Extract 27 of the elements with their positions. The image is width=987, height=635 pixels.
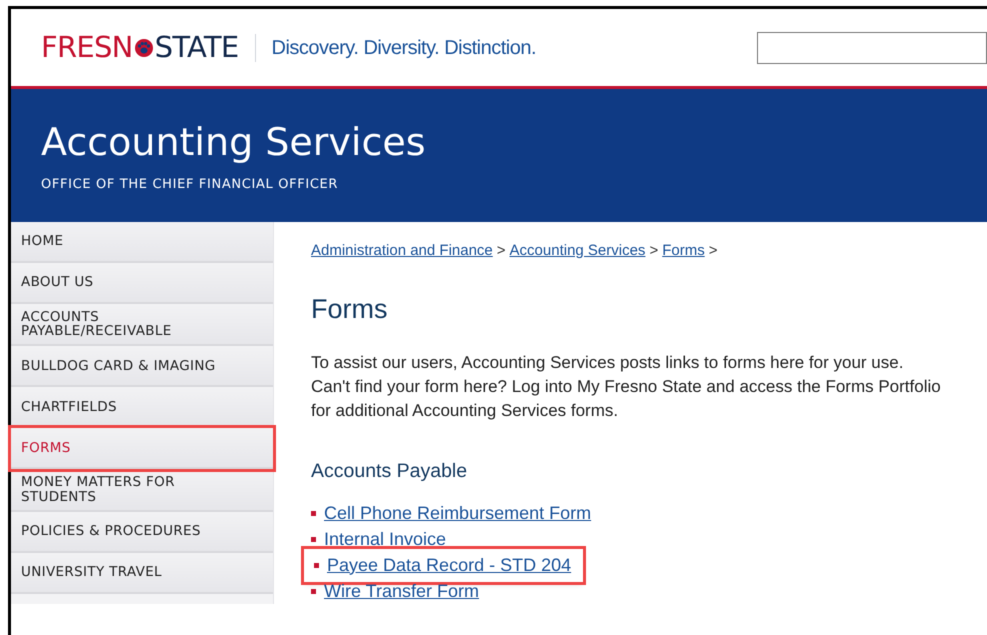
section-title: Accounts Payable: [311, 459, 468, 484]
bullet-icon: [311, 510, 316, 516]
form-link[interactable]: Wire Transfer Form: [324, 578, 480, 605]
fresno-state-logo[interactable]: FRESN STATE: [41, 26, 239, 70]
paw-icon: [134, 38, 154, 58]
sidebar-item[interactable]: UNIVERSITY TRAVEL: [11, 552, 273, 594]
search-field[interactable]: [757, 32, 987, 64]
banner-title: Accounting Services: [41, 119, 427, 166]
page-title: Forms: [311, 292, 388, 326]
bullet-icon: [311, 588, 316, 594]
bullet-icon: [311, 536, 316, 542]
breadcrumb-link[interactable]: Forms: [662, 240, 705, 262]
breadcrumb-separator: >: [708, 241, 718, 261]
breadcrumb-link[interactable]: Accounting Services: [510, 240, 646, 262]
breadcrumb-link[interactable]: Administration and Finance: [311, 240, 493, 262]
form-link[interactable]: Cell Phone Reimbursement Form: [324, 500, 592, 527]
breadcrumb-separator: >: [496, 241, 506, 261]
sidebar-item[interactable]: FORMS: [11, 428, 273, 470]
sidebar-item[interactable]: MONEY MATTERS FOR STUDENTS: [11, 469, 273, 512]
sidebar-item[interactable]: POLICIES & PROCEDURES: [11, 512, 273, 553]
form-link[interactable]: Payee Data Record - STD 204: [327, 552, 572, 579]
banner-subtitle: OFFICE OF THE CHIEF FINANCIAL OFFICER: [41, 176, 340, 194]
bullet-icon: [314, 562, 319, 568]
form-link[interactable]: Internal Invoice: [324, 526, 446, 553]
breadcrumb-separator: >: [649, 241, 658, 261]
tagline: Discovery. Diversity. Distinction.: [272, 36, 536, 60]
intro-paragraph: To assist our users, Accounting Services posts links to forms here for your use. Can't find your form here? Log into My Fresno State and access the Forms Portfolio for additional Accounting Services forms.: [311, 352, 941, 422]
